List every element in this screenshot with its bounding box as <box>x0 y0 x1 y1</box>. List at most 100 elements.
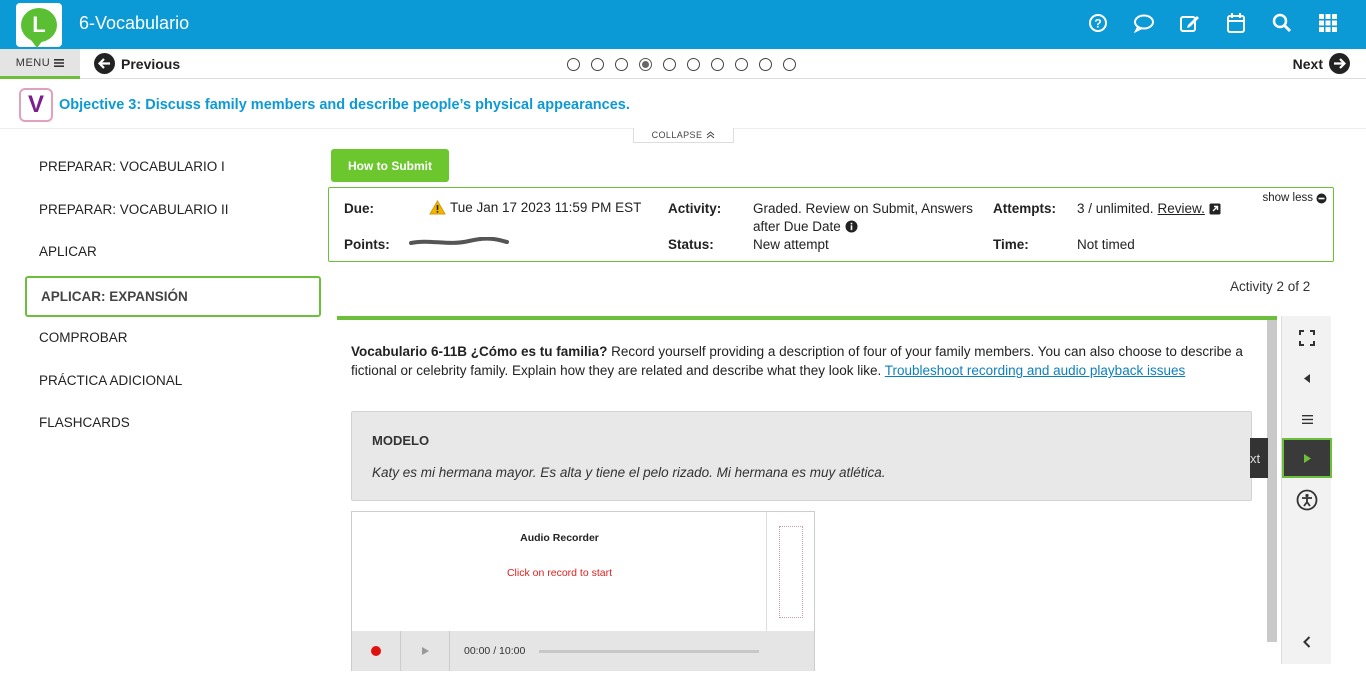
page-dot[interactable] <box>663 58 676 71</box>
show-less-toggle[interactable]: show less <box>1263 192 1328 204</box>
arrow-right-icon <box>1329 53 1350 74</box>
record-icon <box>371 646 381 656</box>
edit-icon[interactable] <box>1178 11 1202 35</box>
play-icon <box>1303 453 1311 463</box>
next-label: Next <box>1292 55 1323 72</box>
vista-logo: V <box>19 88 53 122</box>
page-dots <box>567 58 796 71</box>
recorder-message: Click on record to start <box>506 567 613 579</box>
minus-circle-icon <box>1316 193 1327 203</box>
hamburger-icon <box>54 58 65 67</box>
play-panel-button[interactable] <box>1282 438 1332 478</box>
audio-recorder: Audio Recorder Click on record to start … <box>351 511 815 671</box>
apps-grid-icon[interactable] <box>1316 11 1340 35</box>
app-logo[interactable]: L <box>16 3 62 48</box>
page-dot[interactable] <box>591 58 604 71</box>
modelo-text: Katy es mi hermana mayor. Es alta y tien… <box>372 465 886 480</box>
chevron-left-button[interactable] <box>1282 622 1332 662</box>
review-link[interactable]: Review. <box>1158 201 1205 216</box>
troubleshoot-link[interactable]: Troubleshoot recording and audio playbac… <box>885 363 1185 378</box>
page-dot[interactable] <box>567 58 580 71</box>
sidebar-item-preparar-vocabulario-2[interactable]: PREPARAR: VOCABULARIO II <box>39 202 229 217</box>
triangle-left-icon <box>1304 373 1310 383</box>
app-title: 6-Vocabulario <box>79 13 190 33</box>
accessibility-icon <box>1296 489 1318 511</box>
fullscreen-icon <box>1299 330 1315 346</box>
modelo-title: MODELO <box>372 433 430 448</box>
recorder-display: Audio Recorder Click on record to start <box>352 512 767 631</box>
chat-icon[interactable] <box>1132 11 1156 35</box>
page-dot[interactable] <box>687 58 700 71</box>
sidebar-item-aplicar[interactable]: APLICAR <box>39 244 97 259</box>
next-button[interactable]: Next <box>1293 53 1350 74</box>
right-toolbar <box>1281 316 1332 664</box>
due-date-text: Tue Jan 17 2023 11:59 PM EST <box>450 200 642 215</box>
info-icon[interactable] <box>845 220 858 233</box>
recorder-controls: 00:00 / 10:00 <box>352 631 814 671</box>
hidden-tab-text: xt <box>1250 450 1261 466</box>
sidebar-item-flashcards[interactable]: FLASHCARDS <box>39 415 130 430</box>
page-dot[interactable] <box>759 58 772 71</box>
help-icon[interactable]: ? <box>1086 11 1110 35</box>
how-to-submit-button[interactable]: How to Submit <box>331 149 449 182</box>
menu-label: MENU <box>15 56 51 69</box>
recorder-title: Audio Recorder <box>520 532 599 544</box>
activity-value-line2: after Due Date <box>753 219 841 234</box>
menu-button[interactable]: MENU <box>0 49 80 79</box>
fullscreen-button[interactable] <box>1282 318 1332 358</box>
activity-content: Vocabulario 6-11B ¿Cómo es tu familia? R… <box>337 320 1267 688</box>
calendar-icon[interactable] <box>1224 11 1248 35</box>
points-label: Points: <box>344 237 390 252</box>
recorder-progress[interactable] <box>539 649 760 653</box>
play-button[interactable] <box>401 631 450 671</box>
attempts-value: 3 / unlimited. <box>1077 201 1154 216</box>
sidebar-item-aplicar-expansion[interactable]: APLICAR: EXPANSIÓN <box>25 276 321 317</box>
activity-info-box: Due: Tue Jan 17 2023 11:59 PM EST Points… <box>328 187 1334 262</box>
record-button[interactable] <box>352 631 401 671</box>
due-value: Tue Jan 17 2023 11:59 PM EST <box>429 200 641 215</box>
collapse-panel-button[interactable] <box>1282 358 1332 398</box>
logo-bubble: L <box>21 8 57 48</box>
accessibility-button[interactable] <box>1282 480 1332 520</box>
svg-text:?: ? <box>1094 17 1101 31</box>
previous-label: Previous <box>121 55 181 72</box>
sidebar-item-preparar-vocabulario-1[interactable]: PREPARAR: VOCABULARIO I <box>39 159 225 174</box>
status-value: New attempt <box>753 237 829 252</box>
page-dot[interactable] <box>711 58 724 71</box>
activity-value-line1: Graded. Review on Submit, Answers <box>753 201 973 216</box>
activity-instructions: Vocabulario 6-11B ¿Cómo es tu familia? R… <box>351 342 1251 380</box>
attempts-value-wrap: 3 / unlimited. Review. <box>1077 201 1221 216</box>
content-scrollbar[interactable] <box>1267 320 1277 642</box>
arrow-left-icon <box>94 53 115 74</box>
objective-header: V Objective 3: Discuss family members an… <box>19 88 630 122</box>
activity-value-line2-wrap: after Due Date <box>753 219 858 234</box>
chevron-up-icon <box>707 131 715 139</box>
attempts-label: Attempts: <box>993 201 1056 216</box>
recorder-time: 00:00 / 10:00 <box>464 645 526 657</box>
page-dot[interactable] <box>735 58 748 71</box>
activity-title: Vocabulario 6-11B ¿Cómo es tu familia? <box>351 344 608 359</box>
partially-hidden-tab[interactable]: xt <box>1250 438 1268 478</box>
collapse-label: COLLAPSE <box>651 130 703 140</box>
status-label: Status: <box>668 237 714 252</box>
objective-title: Objective 3: Discuss family members and … <box>59 97 630 113</box>
activity-label: Activity: <box>668 201 722 216</box>
collapse-button[interactable]: COLLAPSE <box>633 128 734 143</box>
show-less-label: show less <box>1262 192 1314 204</box>
sidebar-item-practica-adicional[interactable]: PRÁCTICA ADICIONAL <box>39 373 182 388</box>
activity-counter: Activity 2 of 2 <box>1230 279 1311 294</box>
sidebar-item-comprobar[interactable]: COMPROBAR <box>39 330 128 345</box>
search-icon[interactable] <box>1270 11 1294 35</box>
previous-button[interactable]: Previous <box>94 53 180 74</box>
warning-icon <box>429 200 446 215</box>
page-dot-active[interactable] <box>639 58 652 71</box>
page-dot[interactable] <box>783 58 796 71</box>
top-header: L 6-Vocabulario ? <box>0 0 1366 49</box>
chevron-left-icon <box>1303 636 1311 648</box>
external-link-icon[interactable] <box>1209 203 1221 215</box>
list-button[interactable] <box>1282 399 1332 439</box>
redaction-scribble <box>409 237 509 245</box>
due-label: Due: <box>344 201 374 216</box>
header-toolbar: ? <box>1086 11 1340 35</box>
page-dot[interactable] <box>615 58 628 71</box>
